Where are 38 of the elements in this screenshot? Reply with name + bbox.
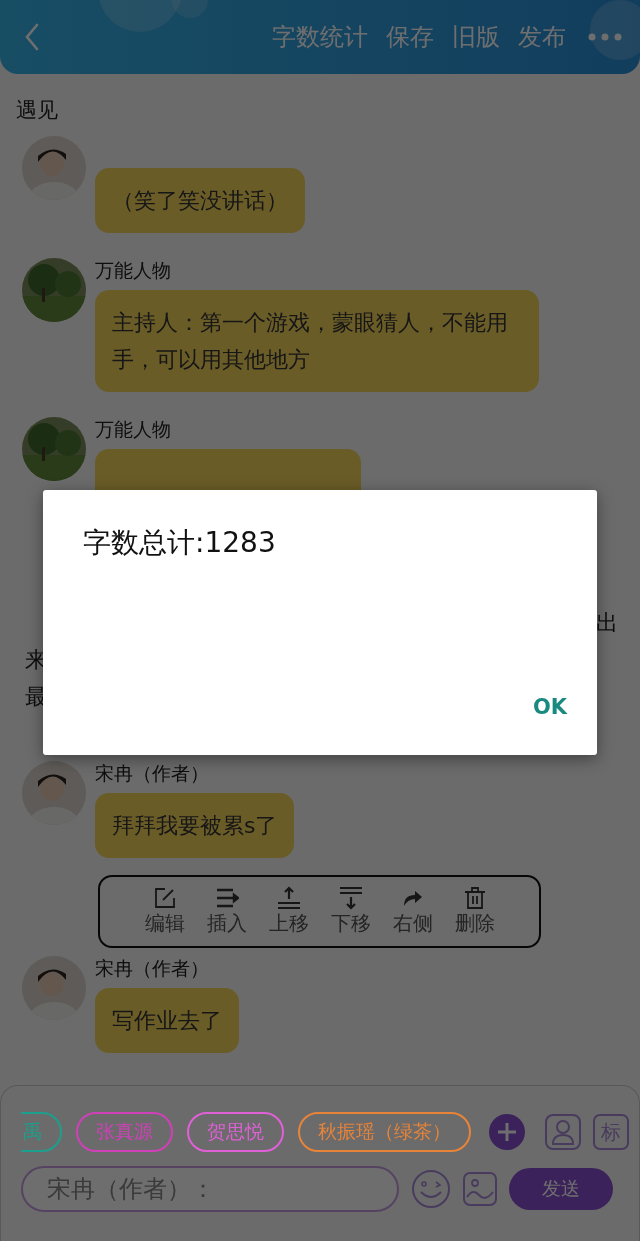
smiley-icon[interactable] — [411, 1169, 451, 1209]
more-icon[interactable] — [588, 33, 622, 41]
toolbar-action[interactable]: 旧版 — [452, 21, 500, 53]
move-down-icon — [338, 886, 363, 910]
story-title: 遇见 — [15, 97, 59, 124]
action-button[interactable]: 删除 — [450, 886, 499, 937]
action-button[interactable]: 插入 — [202, 886, 251, 937]
toolbar-action[interactable]: 发布 — [518, 21, 566, 53]
message-bubble[interactable]: 主持人：第一个游戏，蒙眼猜人，不能用手，可以用其他地方 — [95, 290, 539, 392]
character-chip[interactable]: 秋振瑶（绿茶） — [298, 1112, 471, 1152]
narration-text: 出 — [596, 609, 618, 637]
back-icon[interactable] — [24, 23, 40, 51]
action-button[interactable]: 右侧 — [388, 886, 437, 937]
toolbar-action[interactable]: 字数统计 — [272, 21, 368, 53]
sender-name: 万能人物 — [95, 417, 171, 441]
sender-name: 万能人物 — [95, 258, 171, 282]
lines-icon — [214, 886, 239, 910]
dialog-title: 字数总计:1283 — [83, 525, 277, 561]
action-button[interactable]: 下移 — [326, 886, 375, 937]
edit-icon — [152, 886, 177, 910]
image-icon[interactable] — [463, 1172, 497, 1206]
message-bubble[interactable]: （笑了笑没讲话） — [95, 168, 305, 233]
message-bubble[interactable]: 写作业去了 — [95, 988, 239, 1053]
toolbar-action[interactable]: 保存 — [386, 21, 434, 53]
move-up-icon — [276, 886, 301, 910]
ok-button[interactable]: OK — [532, 691, 567, 723]
trash-icon — [462, 886, 487, 910]
message-bubble[interactable]: 拜拜我要被累s了 — [95, 793, 295, 858]
character-chip[interactable]: 贺思悦 — [187, 1112, 284, 1152]
character-chip[interactable]: 禹 — [21, 1112, 62, 1152]
action-button[interactable]: 上移 — [264, 886, 313, 937]
person-icon[interactable] — [545, 1114, 581, 1150]
sender-name: 宋冉（作者） — [95, 761, 209, 785]
add-icon[interactable] — [489, 1114, 525, 1150]
sender-name: 宋冉（作者） — [95, 956, 209, 980]
send-button[interactable]: 发送 — [509, 1168, 613, 1210]
narration-text: 最 — [25, 683, 47, 711]
action-button[interactable]: 编辑 — [140, 886, 189, 937]
